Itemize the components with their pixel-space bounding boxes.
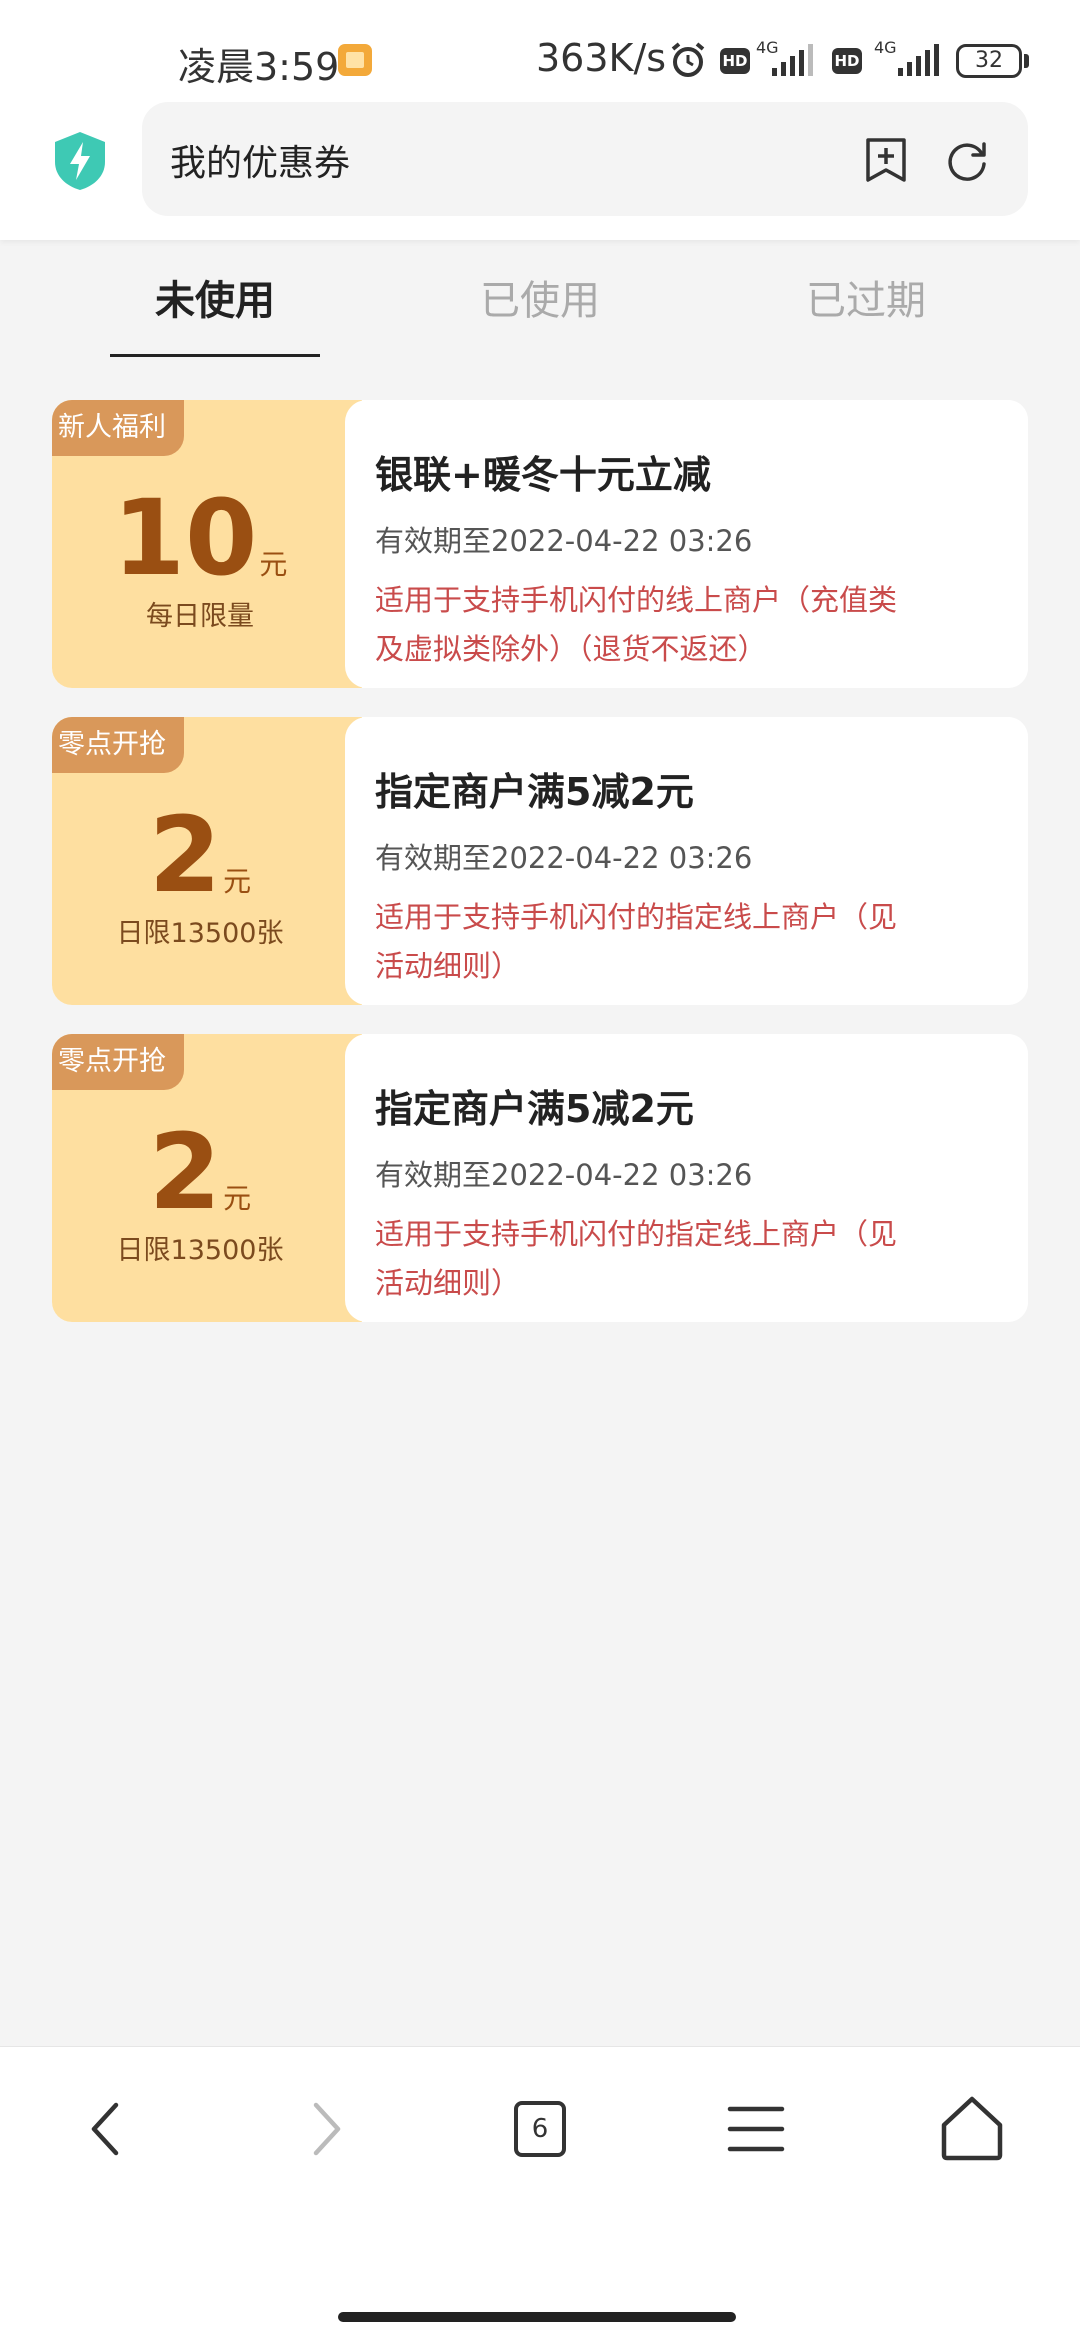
coupon-limit: 日限13500张: [116, 918, 284, 949]
coupon-amount: 2元: [52, 803, 348, 907]
coupon-description: 适用于支持手机闪付的线上商户（充值类及虚拟类除外）（退货不返还）: [375, 583, 898, 666]
coupon-value-panel: 零点开抢 2元 日限13500张: [52, 1034, 362, 1322]
coupon-tag: 零点开抢: [52, 717, 184, 773]
coupon-amount: 10元: [52, 486, 348, 590]
back-icon[interactable]: [66, 2089, 146, 2169]
battery-indicator: 32: [956, 44, 1022, 78]
coupon-title: 指定商户满5减2元: [375, 1087, 694, 1131]
coupon-amount-value: 2: [148, 1111, 222, 1233]
coupon-card[interactable]: 零点开抢 2元 日限13500张 指定商户满5减2元 有效期至2022-04-2…: [52, 1034, 1028, 1322]
coupon-validity: 有效期至2022-04-22 03:26: [375, 841, 753, 875]
coupon-tag: 零点开抢: [52, 1034, 184, 1090]
coupon-limit: 日限13500张: [116, 1235, 284, 1266]
coupon-info-panel: 指定商户满5减2元 有效期至2022-04-22 03:26 适用于支持手机闪付…: [345, 1034, 1028, 1322]
coupon-amount: 2元: [52, 1120, 348, 1224]
coupon-value-panel: 零点开抢 2元 日限13500张: [52, 717, 362, 1005]
tab-unused[interactable]: 未使用: [65, 268, 365, 326]
notification-app-icon: [338, 44, 372, 76]
bookmark-add-icon[interactable]: [864, 136, 908, 184]
signal-icon-2: [898, 44, 939, 76]
coupon-limit: 每日限量: [146, 601, 254, 632]
coupon-card[interactable]: 新人福利 10元 每日限量 银联+暖冬十元立减 有效期至2022-04-22 0…: [52, 400, 1028, 688]
coupon-amount-unit: 元: [259, 548, 288, 581]
menu-icon[interactable]: [716, 2089, 796, 2169]
coupon-validity: 有效期至2022-04-22 03:26: [375, 524, 753, 558]
hd-badge-2: HD: [832, 48, 862, 74]
coupon-validity: 有效期至2022-04-22 03:26: [375, 1158, 753, 1192]
reload-icon[interactable]: [944, 138, 990, 184]
coupon-amount-unit: 元: [223, 865, 252, 898]
bottom-navigation: 6: [0, 2046, 1080, 2340]
coupon-info-panel: 银联+暖冬十元立减 有效期至2022-04-22 03:26 适用于支持手机闪付…: [345, 400, 1028, 688]
coupon-card[interactable]: 零点开抢 2元 日限13500张 指定商户满5减2元 有效期至2022-04-2…: [52, 717, 1028, 1005]
home-indicator[interactable]: [338, 2312, 736, 2322]
battery-tip: [1024, 54, 1029, 68]
shield-icon[interactable]: [52, 130, 108, 192]
home-icon[interactable]: [932, 2089, 1012, 2169]
tab-expired[interactable]: 已过期: [716, 268, 1016, 326]
address-bar[interactable]: 我的优惠券: [142, 102, 1028, 216]
status-bar: 凌晨3:59 363K/s HD 4G HD 4G 32: [0, 30, 1080, 94]
status-time: 凌晨3:59: [178, 45, 340, 89]
coupon-amount-unit: 元: [223, 1182, 252, 1215]
coupon-description: 适用于支持手机闪付的指定线上商户（见活动细则）: [375, 900, 898, 983]
page-title: 我的优惠券: [170, 143, 351, 184]
coupon-tag: 新人福利: [52, 400, 184, 456]
coupon-amount-value: 2: [148, 794, 222, 916]
coupon-info-panel: 指定商户满5减2元 有效期至2022-04-22 03:26 适用于支持手机闪付…: [345, 717, 1028, 1005]
signal-icon-1: [772, 44, 813, 76]
coupon-value-panel: 新人福利 10元 每日限量: [52, 400, 362, 688]
tabs-button[interactable]: 6: [496, 2089, 576, 2169]
tab-used[interactable]: 已使用: [390, 268, 690, 326]
alarm-icon: [671, 42, 705, 77]
network-speed: 363K/s: [536, 36, 667, 80]
hd-badge-1: HD: [720, 48, 750, 74]
tabs-icon: 6: [514, 2101, 566, 2157]
active-tab-indicator: [110, 354, 320, 357]
coupon-description: 适用于支持手机闪付的指定线上商户（见活动细则）: [375, 1217, 898, 1300]
coupon-title: 银联+暖冬十元立减: [375, 453, 711, 497]
coupon-title: 指定商户满5减2元: [375, 770, 694, 814]
forward-icon[interactable]: [286, 2089, 366, 2169]
coupon-amount-value: 10: [112, 477, 258, 599]
